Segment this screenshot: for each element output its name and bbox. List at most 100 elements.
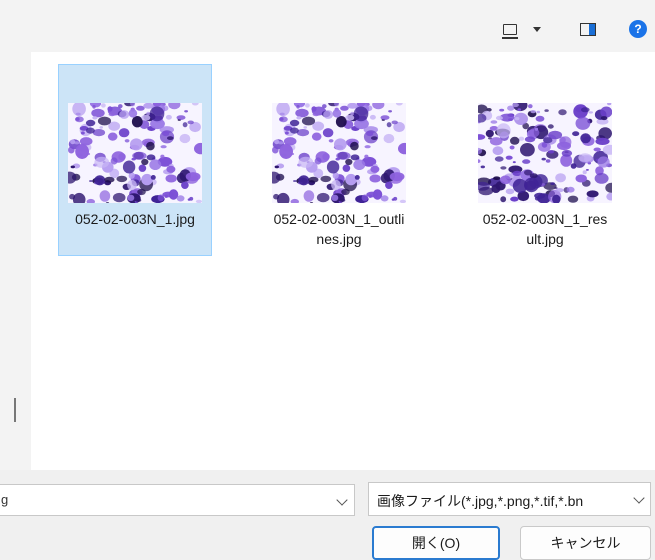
- thumbnail-texture-blob: [181, 181, 189, 189]
- file-name: 052-02-003N_1_outlines.jpg: [273, 211, 405, 247]
- thumbnail-texture-blob: [522, 159, 531, 164]
- thumbnail-texture-blob: [182, 122, 188, 128]
- thumbnail-texture-blob: [510, 196, 519, 202]
- thumbnail-texture-blob: [514, 117, 520, 121]
- thumbnail-texture-blob: [179, 133, 191, 144]
- thumbnail-texture-blob: [485, 129, 494, 138]
- thumbnail-texture-blob: [345, 173, 357, 186]
- thumbnail-texture-blob: [322, 128, 334, 138]
- thumbnail-texture-blob: [578, 153, 592, 162]
- file-item[interactable]: 052-02-003N_1.jpg: [58, 64, 212, 256]
- thumbnail-texture-blob: [567, 195, 579, 203]
- thumbnail-texture-blob: [500, 175, 511, 185]
- thumbnail-texture-blob: [557, 141, 571, 151]
- navigation-pane[interactable]: [0, 52, 31, 470]
- thumbnail-texture-blob: [380, 195, 389, 202]
- thumbnail-texture-blob: [104, 176, 115, 183]
- thumbnail-texture-blob: [311, 106, 317, 112]
- thumbnail-texture-blob: [388, 110, 392, 113]
- thumbnail-texture-blob: [512, 161, 516, 164]
- thumbnail-texture-blob: [160, 154, 165, 159]
- thumbnail-texture-blob: [290, 127, 299, 134]
- thumbnail-texture-blob: [127, 194, 135, 201]
- thumbnail-texture-blob: [160, 145, 167, 149]
- thumbnail-texture-blob: [332, 109, 342, 118]
- thumbnail-texture-blob: [68, 146, 75, 154]
- help-icon: ?: [629, 20, 647, 38]
- file-item[interactable]: 052-02-003N_1_result.jpg: [468, 64, 622, 256]
- thumbnail-texture-blob: [92, 116, 98, 120]
- thumbnail-texture-blob: [141, 114, 151, 121]
- thumbnail-texture-blob: [594, 173, 609, 184]
- chevron-down-icon[interactable]: [336, 494, 348, 506]
- thumbnail-texture-blob: [146, 141, 155, 151]
- thumbnail-texture-blob: [167, 136, 174, 140]
- thumbnail-texture-blob: [326, 160, 340, 174]
- thumbnail-texture-blob: [311, 132, 322, 141]
- thumbnail-texture-blob: [85, 119, 96, 127]
- thumbnail-texture-blob: [128, 109, 138, 118]
- thumbnail-texture-blob: [331, 179, 341, 191]
- file-thumbnail: [68, 103, 202, 203]
- help-button[interactable]: ?: [624, 16, 652, 42]
- file-list-view[interactable]: 052-02-003N_1.jpg 052-02-003N_1_outlines…: [31, 52, 655, 470]
- thumbnail-texture-blob: [561, 149, 573, 157]
- thumbnail-texture-blob: [555, 188, 564, 193]
- thumbnail-texture-blob: [283, 137, 297, 146]
- file-thumbnail: [272, 103, 406, 203]
- thumbnail-texture-blob: [189, 196, 194, 201]
- pane-resize-handle[interactable]: [14, 398, 16, 422]
- thumbnail-texture-blob: [511, 103, 519, 108]
- thumbnail-texture-blob: [323, 110, 334, 119]
- thumbnail-texture-blob: [530, 110, 536, 114]
- thumbnail-texture-blob: [369, 114, 376, 120]
- open-button[interactable]: 開く(O): [372, 526, 500, 560]
- file-type-value: 画像ファイル(*.jpg,*.png,*.tif,*.bn: [377, 493, 584, 509]
- thumbnail-texture-blob: [99, 126, 103, 129]
- thumbnail-texture-blob: [273, 193, 280, 200]
- cancel-button[interactable]: キャンセル: [520, 526, 651, 560]
- thumbnail-texture-blob: [322, 104, 327, 109]
- change-view-button[interactable]: [494, 16, 550, 42]
- thumbnail-texture-blob: [176, 195, 185, 202]
- thumbnail-texture-blob: [195, 199, 202, 203]
- preview-pane-icon: [580, 22, 596, 36]
- thumbnail-texture-blob: [107, 106, 113, 112]
- thumbnail-texture-blob: [528, 104, 533, 109]
- thumbnail-texture-blob: [524, 136, 536, 143]
- thumbnail-texture-blob: [295, 108, 309, 118]
- thumbnail-texture-blob: [176, 115, 186, 120]
- file-item[interactable]: 052-02-003N_1_outlines.jpg: [262, 64, 416, 256]
- thumbnail-texture-blob: [331, 194, 339, 201]
- thumbnail-texture-blob: [70, 165, 75, 169]
- thumbnail-texture-blob: [296, 116, 302, 120]
- thumbnail-texture-blob: [141, 158, 149, 166]
- thumbnail-texture-blob: [162, 131, 170, 137]
- thumbnail-texture-blob: [364, 154, 369, 159]
- thumbnail-texture-blob: [496, 123, 511, 139]
- toolbar: ?: [0, 0, 655, 52]
- thumbnail-texture-blob: [364, 145, 371, 149]
- file-type-filter[interactable]: 画像ファイル(*.jpg,*.png,*.tif,*.bn: [368, 482, 651, 516]
- thumbnail-texture-blob: [136, 105, 145, 111]
- thumbnail-texture-blob: [94, 175, 106, 186]
- thumbnail-texture-blob: [383, 133, 395, 144]
- thumbnail-texture-blob: [600, 106, 612, 118]
- thumbnail-texture-blob: [550, 182, 555, 185]
- thumbnail-texture-blob: [391, 120, 398, 125]
- thumbnail-texture-blob: [107, 132, 118, 141]
- thumbnail-texture-blob: [141, 173, 153, 186]
- thumbnail-texture-blob: [529, 173, 538, 179]
- thumbnail-texture-blob: [91, 108, 105, 118]
- thumbnail-texture-blob: [79, 137, 93, 146]
- thumbnail-texture-blob: [492, 146, 504, 156]
- thumbnail-texture-blob: [385, 181, 393, 189]
- file-name-input[interactable]: g: [0, 484, 355, 516]
- thumbnail-texture-blob: [316, 192, 330, 203]
- thumbnail-texture-blob: [143, 103, 154, 109]
- thumbnail-texture-blob: [389, 172, 405, 182]
- thumbnail-texture-blob: [575, 174, 587, 183]
- thumbnail-texture-blob: [518, 136, 525, 141]
- preview-pane-button[interactable]: [574, 16, 602, 42]
- thumbnail-texture-blob: [572, 131, 580, 137]
